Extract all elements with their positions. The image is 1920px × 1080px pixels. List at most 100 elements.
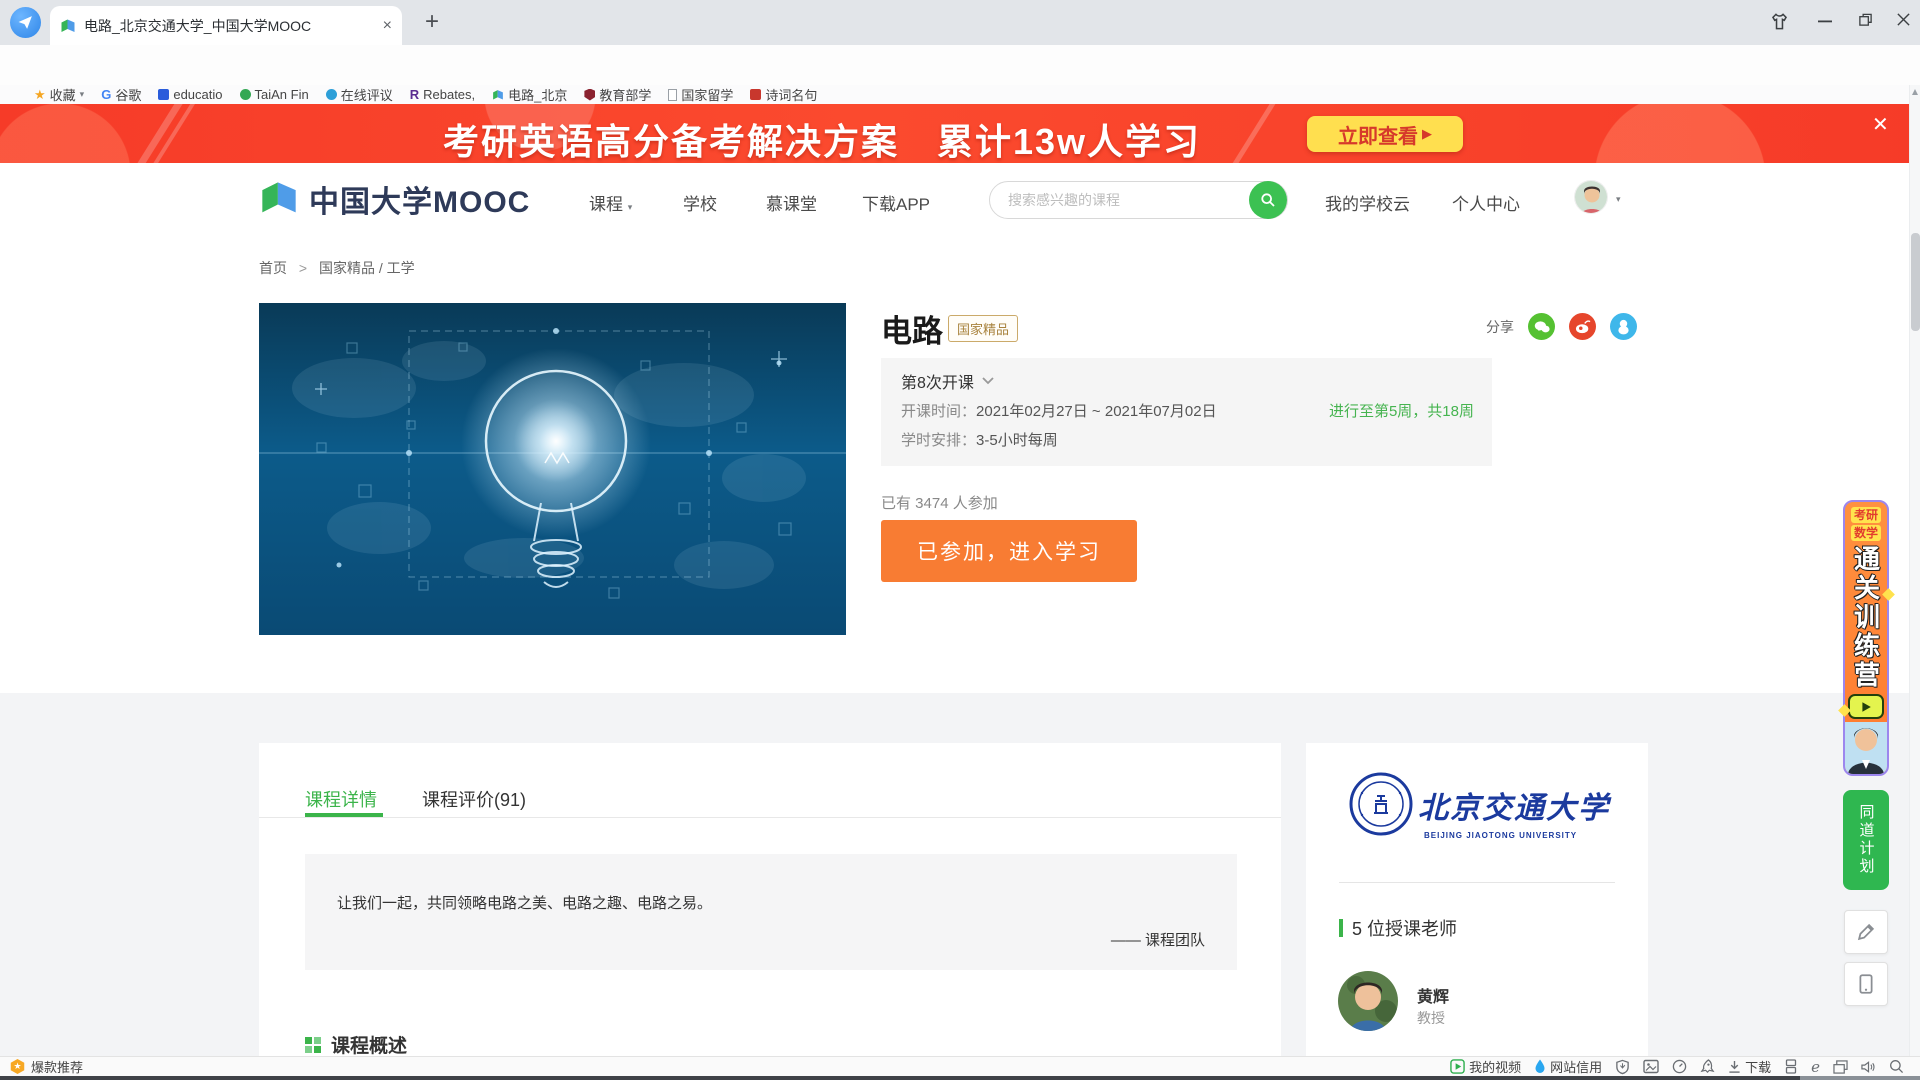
banner-cta-button[interactable]: 立即查看▶ bbox=[1307, 116, 1463, 152]
browser-status-bar: ★ 爆款推荐 我的视频 网站信用 下载 e bbox=[0, 1056, 1920, 1076]
university-card: 北京交通大学 BEIJING JIAOTONG UNIVERSITY 5 位授课… bbox=[1306, 743, 1648, 1056]
ad-play-button[interactable] bbox=[1848, 694, 1884, 719]
tab-course-reviews[interactable]: 课程评价(91) bbox=[422, 786, 526, 812]
browser-logo-icon[interactable] bbox=[10, 7, 41, 38]
volume-icon[interactable] bbox=[1861, 1060, 1876, 1074]
bookmark-poetry[interactable]: 诗词名句 bbox=[750, 85, 817, 104]
shield-icon[interactable] bbox=[1615, 1059, 1630, 1075]
mooc-logo[interactable]: 中国大学MOOC bbox=[259, 177, 530, 221]
page-scrollbar[interactable] bbox=[1909, 85, 1920, 1056]
qq-share-icon[interactable] bbox=[1610, 313, 1637, 340]
session-selector[interactable]: 第8次开课 bbox=[901, 369, 994, 393]
plan-widget[interactable]: 同道计划 bbox=[1843, 790, 1889, 890]
chevron-down-icon: ▾ bbox=[80, 89, 85, 100]
bookmark-moe[interactable]: 教育部学 bbox=[584, 85, 651, 104]
course-badge: 国家精品 bbox=[948, 315, 1018, 342]
bookmark-education[interactable]: educatio bbox=[158, 87, 222, 102]
course-title: 电路 bbox=[881, 306, 943, 351]
term-panel: 第8次开课 开课时间：2021年02月27日 ~ 2021年07月02日 进行至… bbox=[881, 358, 1492, 466]
bookmark-rebates[interactable]: RRebates, bbox=[410, 87, 475, 102]
pencil-icon bbox=[1856, 922, 1876, 942]
screenshot-icon[interactable] bbox=[1643, 1059, 1659, 1074]
ad-tag-kaoyan: 考研 bbox=[1851, 507, 1881, 523]
scrollbar-thumb[interactable] bbox=[1911, 233, 1920, 331]
red-seal-icon bbox=[750, 89, 761, 100]
zoom-search-icon[interactable] bbox=[1889, 1059, 1904, 1074]
browser-tab-bar: 电路_北京交通大学_中国大学MOOC × + bbox=[0, 0, 1920, 45]
skin-theme-icon[interactable] bbox=[1770, 12, 1789, 31]
browser-tab[interactable]: 电路_北京交通大学_中国大学MOOC × bbox=[50, 6, 402, 45]
weibo-share-icon[interactable] bbox=[1569, 313, 1596, 340]
mobile-app-button[interactable] bbox=[1844, 962, 1888, 1006]
nav-courses[interactable]: 课程 ▾ bbox=[589, 190, 632, 215]
star-icon: ★ bbox=[34, 87, 46, 103]
bookmark-csc[interactable]: 国家留学 bbox=[668, 85, 733, 104]
blue-globe-icon bbox=[326, 89, 337, 100]
site-credit[interactable]: 网站信用 bbox=[1534, 1057, 1602, 1076]
site-search-button[interactable] bbox=[1249, 181, 1287, 219]
schedule-row: 开课时间：2021年02月27日 ~ 2021年07月02日 bbox=[901, 400, 1217, 421]
hot-recommend[interactable]: ★ 爆款推荐 bbox=[10, 1057, 83, 1076]
site-favicon-icon bbox=[60, 18, 76, 34]
close-window-icon[interactable] bbox=[1896, 12, 1911, 27]
speed-gauge-icon[interactable] bbox=[1672, 1059, 1687, 1074]
teacher-role: 教授 bbox=[1417, 1008, 1445, 1028]
minimize-icon[interactable] bbox=[1818, 20, 1832, 23]
course-detail-card: 课程详情 课程评价(91) 让我们一起，共同领略电路之美、电路之趣、电路之易。 … bbox=[259, 743, 1281, 1056]
bookmark-circuit[interactable]: 电路_北京 bbox=[492, 85, 567, 104]
green-bar-icon bbox=[1339, 919, 1343, 937]
restore-window-icon[interactable] bbox=[1858, 12, 1873, 27]
mooc-flag-icon bbox=[259, 179, 299, 219]
rocket-boost-icon[interactable] bbox=[1700, 1059, 1715, 1074]
join-course-button[interactable]: 已参加，进入学习 bbox=[881, 520, 1137, 582]
effort-row: 学时安排：3-5小时每周 bbox=[901, 429, 1058, 450]
breadcrumb-home[interactable]: 首页 bbox=[259, 260, 287, 276]
tab-close-icon[interactable]: × bbox=[383, 18, 392, 34]
user-avatar[interactable] bbox=[1574, 180, 1608, 214]
nav-schools[interactable]: 学校 bbox=[683, 190, 717, 215]
ie-mode-icon[interactable]: e bbox=[1811, 1058, 1820, 1076]
document-icon bbox=[668, 89, 677, 101]
site-search[interactable] bbox=[989, 181, 1288, 219]
cta-arrow-icon: ▶ bbox=[1422, 126, 1432, 142]
scroll-up-arrow[interactable] bbox=[1912, 89, 1918, 95]
university-seal-icon bbox=[1348, 771, 1414, 837]
university-name: 北京交通大学 bbox=[1418, 783, 1610, 827]
screen: 电路_北京交通大学_中国大学MOOC × + bbox=[0, 0, 1920, 1080]
wechat-share-icon[interactable] bbox=[1528, 313, 1555, 340]
bookmark-google[interactable]: G谷歌 bbox=[101, 85, 141, 104]
floating-ad-banner[interactable]: 考研 数学 通关训练营 bbox=[1843, 500, 1889, 776]
multi-window-icon[interactable] bbox=[1833, 1060, 1848, 1074]
promo-banner[interactable]: 考研英语高分备考解决方案 累计13w人学习 立即查看▶ ✕ bbox=[0, 104, 1920, 163]
proxy-boxes-icon[interactable] bbox=[1784, 1059, 1798, 1074]
banner-title: 考研英语高分备考解决方案 累计13w人学习 bbox=[443, 113, 1201, 163]
feedback-button[interactable] bbox=[1844, 910, 1888, 954]
my-videos[interactable]: 我的视频 bbox=[1450, 1057, 1521, 1076]
teacher-avatar[interactable] bbox=[1338, 971, 1398, 1031]
banner-close-icon[interactable]: ✕ bbox=[1872, 112, 1889, 137]
share-row: 分享 bbox=[1486, 313, 1637, 340]
bottom-strip bbox=[0, 1076, 1920, 1080]
avatar-caret-icon[interactable]: ▾ bbox=[1616, 194, 1621, 205]
banner-decoration bbox=[1214, 104, 1282, 163]
nav-mooc-class[interactable]: 慕课堂 bbox=[766, 190, 817, 215]
breadcrumb-trail[interactable]: 国家精品 / 工学 bbox=[319, 260, 415, 276]
download-manager[interactable]: 下载 bbox=[1728, 1057, 1771, 1076]
plan-text: 同道计划 bbox=[1856, 804, 1877, 876]
hot-badge-icon: ★ bbox=[10, 1059, 25, 1074]
progress-status: 进行至第5周，共18周 bbox=[1329, 400, 1474, 421]
tab-course-detail[interactable]: 课程详情 bbox=[305, 786, 377, 812]
bookmark-favorites[interactable]: ★收藏▾ bbox=[34, 85, 84, 104]
site-search-input[interactable] bbox=[1008, 192, 1208, 208]
tab-title: 电路_北京交通大学_中国大学MOOC bbox=[84, 16, 362, 36]
nav-personal-center[interactable]: 个人中心 bbox=[1452, 190, 1520, 215]
ad-vertical-text: 通关训练营 bbox=[1848, 545, 1885, 690]
search-icon bbox=[1260, 192, 1276, 208]
bookmark-review[interactable]: 在线评议 bbox=[326, 85, 393, 104]
nav-school-cloud[interactable]: 我的学校云 bbox=[1325, 190, 1410, 215]
nav-download-app[interactable]: 下载APP bbox=[862, 190, 930, 215]
teacher-name[interactable]: 黄辉 bbox=[1417, 983, 1449, 1007]
bookmark-taian[interactable]: TaiAn Fin bbox=[240, 87, 309, 102]
new-tab-button[interactable]: + bbox=[418, 8, 446, 36]
browser-toolbar: https://www.icourse163.org/course/NJTU-1… bbox=[0, 45, 1920, 85]
